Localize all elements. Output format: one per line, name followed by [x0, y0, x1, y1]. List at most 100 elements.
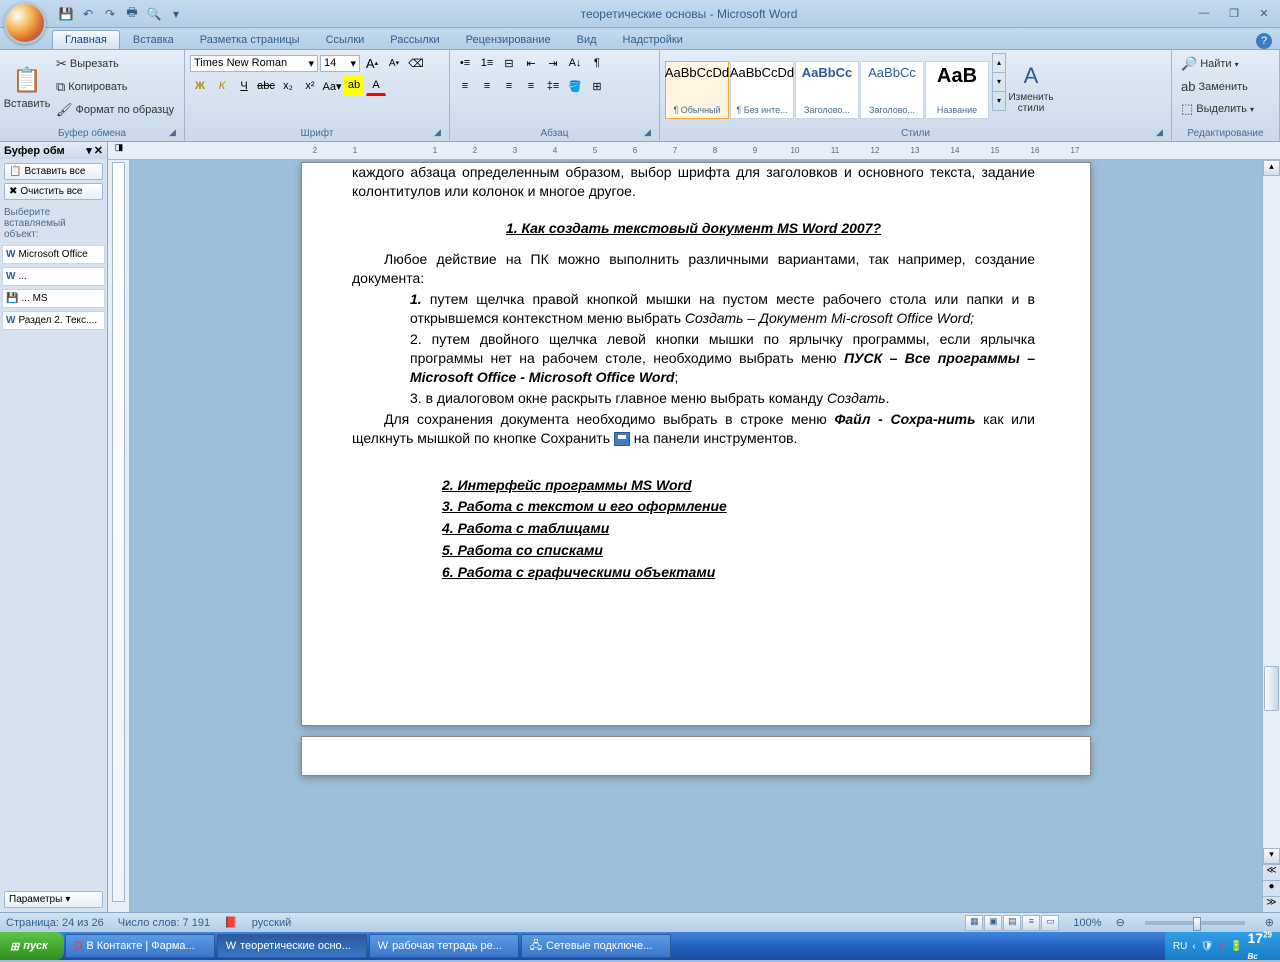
browse-object[interactable]: ●	[1263, 880, 1280, 896]
cut-button[interactable]: ✂Вырезать	[52, 53, 178, 75]
style-item[interactable]: АаВНазвание	[925, 61, 989, 119]
view-outline[interactable]: ≡	[1022, 915, 1040, 931]
view-full-reading[interactable]: ▣	[984, 915, 1002, 931]
pane-close[interactable]: ✕	[94, 144, 103, 157]
taskbar-item[interactable]: Wтеоретические осно...	[217, 934, 367, 958]
font-launcher[interactable]: ◢	[434, 127, 446, 139]
zoom-slider[interactable]	[1145, 921, 1245, 925]
show-marks-button[interactable]: ¶	[587, 53, 607, 73]
styles-launcher[interactable]: ◢	[1156, 127, 1168, 139]
tray-language[interactable]: RU	[1173, 941, 1187, 952]
close-button[interactable]: ✕	[1254, 7, 1274, 21]
tab-page-layout[interactable]: Разметка страницы	[187, 30, 313, 49]
tab-review[interactable]: Рецензирование	[453, 30, 564, 49]
tray-icon[interactable]: ‹	[1192, 941, 1195, 952]
tab-addins[interactable]: Надстройки	[610, 30, 696, 49]
find-button[interactable]: 🔎Найти▾	[1177, 53, 1274, 75]
paste-button[interactable]: 📋 Вставить	[5, 53, 49, 123]
zoom-out[interactable]: ⊖	[1116, 916, 1125, 929]
clipboard-item[interactable]: WРаздел 2. Текс....	[2, 311, 105, 330]
grow-font-button[interactable]: A▴	[362, 53, 382, 73]
line-spacing-button[interactable]: ‡≡	[543, 76, 563, 96]
qat-preview-icon[interactable]: 🔍	[146, 6, 162, 22]
clear-format-button[interactable]: ⌫	[406, 53, 426, 73]
clipboard-item[interactable]: 💾... MS	[2, 289, 105, 308]
view-draft[interactable]: ▭	[1041, 915, 1059, 931]
tab-insert[interactable]: Вставка	[120, 30, 187, 49]
highlight-button[interactable]: ab	[344, 76, 364, 96]
bullet-list-button[interactable]: •≡	[455, 53, 475, 73]
align-left-button[interactable]: ≡	[455, 76, 475, 96]
tab-mailings[interactable]: Рассылки	[377, 30, 452, 49]
status-language[interactable]: русский	[252, 917, 291, 929]
font-size-combo[interactable]: 14▾	[320, 55, 360, 72]
help-button[interactable]: ?	[1256, 33, 1272, 49]
gallery-up[interactable]: ▴	[993, 54, 1005, 73]
shrink-font-button[interactable]: A▾	[384, 53, 404, 73]
bold-button[interactable]: Ж	[190, 76, 210, 96]
underline-button[interactable]: Ч	[234, 76, 254, 96]
zoom-in[interactable]: ⊕	[1265, 916, 1274, 929]
align-right-button[interactable]: ≡	[499, 76, 519, 96]
align-center-button[interactable]: ≡	[477, 76, 497, 96]
minimize-button[interactable]: —	[1194, 7, 1214, 21]
clipboard-options-button[interactable]: Параметры ▾	[4, 891, 103, 908]
copy-button[interactable]: ⧉Копировать	[52, 76, 178, 98]
scroll-down[interactable]: ▾	[1263, 848, 1280, 864]
taskbar-item[interactable]: Wрабочая тетрадь ре...	[369, 934, 519, 958]
status-proof-icon[interactable]: 📕	[224, 916, 238, 929]
justify-button[interactable]: ≡	[521, 76, 541, 96]
change-styles-button[interactable]: A Изменить стили	[1009, 53, 1053, 123]
scroll-up[interactable]: ▴	[1263, 160, 1280, 176]
ruler-toggle[interactable]: ◨	[108, 142, 130, 160]
status-words[interactable]: Число слов: 7 191	[118, 917, 210, 929]
decrease-indent-button[interactable]: ⇤	[521, 53, 541, 73]
increase-indent-button[interactable]: ⇥	[543, 53, 563, 73]
tray-kaspersky-icon[interactable]: K	[1218, 941, 1225, 952]
change-case-button[interactable]: Aa▾	[322, 76, 342, 96]
gallery-down[interactable]: ▾	[993, 73, 1005, 92]
tab-references[interactable]: Ссылки	[313, 30, 378, 49]
office-button[interactable]	[4, 2, 46, 44]
view-web[interactable]: ▤	[1003, 915, 1021, 931]
strike-button[interactable]: abc	[256, 76, 276, 96]
scroll-track[interactable]	[1263, 176, 1280, 848]
font-name-combo[interactable]: Times New Roman▾	[190, 55, 318, 72]
scroll-thumb[interactable]	[1264, 666, 1279, 711]
clear-all-button[interactable]: ✖Очистить все	[4, 183, 103, 200]
qat-redo-icon[interactable]: ↷	[102, 6, 118, 22]
select-button[interactable]: ⬚Выделить▾	[1177, 98, 1274, 120]
style-item[interactable]: AaBbCcЗаголово...	[795, 61, 859, 119]
tray-battery-icon[interactable]: 🔋	[1230, 941, 1242, 952]
clipboard-item[interactable]: W...	[2, 267, 105, 286]
tray-icon[interactable]: 🛡	[1201, 941, 1214, 952]
tab-home[interactable]: Главная	[52, 30, 120, 49]
pane-dropdown[interactable]: ▾	[86, 144, 92, 157]
zoom-value[interactable]: 100%	[1073, 917, 1101, 929]
status-page[interactable]: Страница: 24 из 26	[6, 917, 104, 929]
qat-more-icon[interactable]: ▾	[168, 6, 184, 22]
sort-button[interactable]: A↓	[565, 53, 585, 73]
style-item[interactable]: AaBbCcDd¶ Без инте...	[730, 61, 794, 119]
borders-button[interactable]: ⊞	[587, 76, 607, 96]
taskbar-item[interactable]: OВ Контакте | Фарма...	[65, 934, 215, 958]
clipboard-item[interactable]: WMicrosoft Office	[2, 245, 105, 264]
vertical-ruler[interactable]: ◨	[108, 142, 130, 912]
tab-view[interactable]: Вид	[564, 30, 610, 49]
clipboard-launcher[interactable]: ◢	[169, 127, 181, 139]
start-button[interactable]: ⊞пуск	[0, 932, 64, 960]
restore-button[interactable]: ❐	[1224, 7, 1244, 21]
paragraph-launcher[interactable]: ◢	[644, 127, 656, 139]
qat-undo-icon[interactable]: ↶	[80, 6, 96, 22]
view-print-layout[interactable]: ▦	[965, 915, 983, 931]
horizontal-ruler[interactable]: 211234567891011121314151617	[130, 142, 1280, 160]
paste-all-button[interactable]: 📋Вставить все	[4, 163, 103, 180]
taskbar-item[interactable]: 🖧Сетевые подключе...	[521, 934, 671, 958]
italic-button[interactable]: К	[212, 76, 232, 96]
replace-button[interactable]: abЗаменить	[1177, 76, 1274, 97]
multilevel-list-button[interactable]: ⊟	[499, 53, 519, 73]
prev-page[interactable]: ≪	[1263, 864, 1280, 880]
document-page[interactable]: каждого абзаца определенным образом, выб…	[301, 162, 1091, 726]
qat-save-icon[interactable]: 💾	[58, 6, 74, 22]
subscript-button[interactable]: x₂	[278, 76, 298, 96]
